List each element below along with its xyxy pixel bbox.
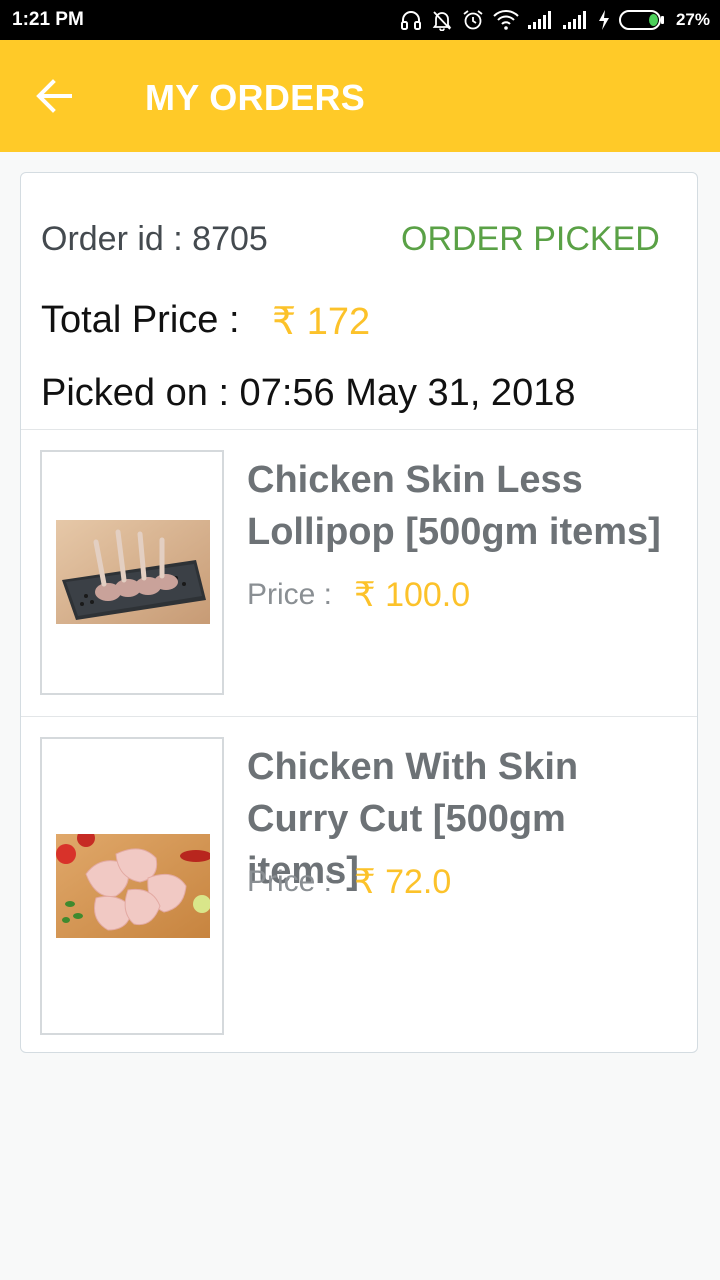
battery-percent: 27% [675, 10, 710, 29]
notifications-off-icon [432, 11, 452, 31]
status-bar: 1:21 PM 27% [0, 0, 720, 40]
app-bar: MY ORDERS [0, 40, 720, 152]
order-status: ORDER PICKED [401, 220, 660, 258]
arrow-back-icon [36, 79, 72, 113]
back-button[interactable] [34, 78, 74, 114]
picked-on-date: Picked on : 07:56 May 31, 2018 [41, 372, 576, 414]
order-item[interactable]: Chicken Skin Less Lollipop [500gm items]… [21, 430, 697, 716]
item-price-label: Price : [247, 578, 333, 611]
order-card[interactable]: Order id : 8705 ORDER PICKED Total Price… [20, 172, 698, 1053]
order-id: Order id : 8705 [41, 220, 268, 258]
item-thumbnail [40, 737, 224, 1035]
wifi-icon [493, 10, 519, 30]
alarm-icon [463, 10, 483, 30]
signal-icon [562, 11, 586, 29]
page-title: MY ORDERS [145, 77, 366, 118]
status-time: 1:21 PM [12, 9, 84, 30]
total-price-value: ₹ 172 [272, 301, 371, 343]
item-name: Chicken Skin Less Lollipop [500gm items] [247, 459, 661, 553]
item-thumbnail [40, 450, 224, 695]
battery-icon [618, 10, 664, 30]
signal-icon [527, 11, 551, 29]
total-price-label: Total Price : [41, 299, 240, 341]
item-price-value: ₹ 100.0 [354, 576, 471, 614]
order-item[interactable]: Chicken With Skin Curry Cut [500gm items… [21, 717, 697, 1051]
status-icons: 27% [400, 8, 710, 32]
item-price-label: Price : [247, 865, 333, 898]
item-photo-lollipop [56, 520, 210, 624]
charging-icon [598, 10, 609, 30]
item-price-value: ₹ 72.0 [354, 863, 452, 901]
headphones-icon [400, 11, 421, 30]
item-photo-curry-cut [56, 834, 210, 938]
